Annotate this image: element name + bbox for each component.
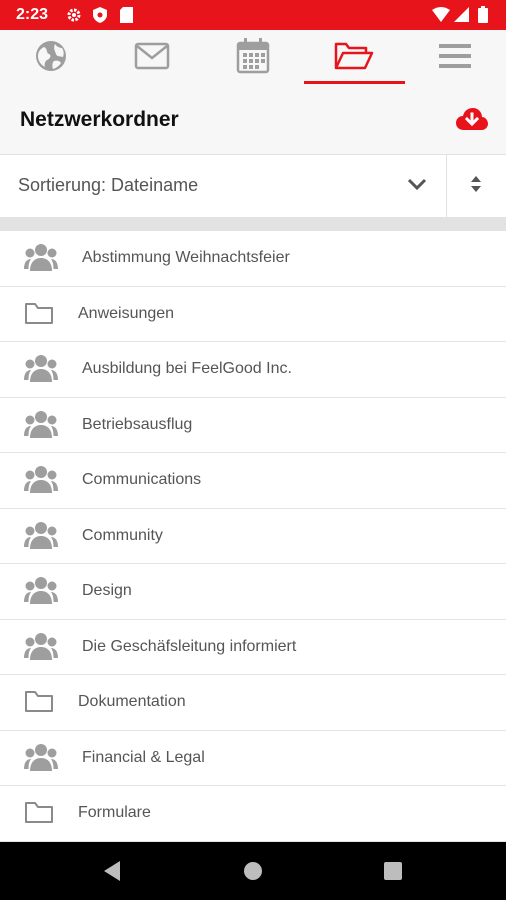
folder-icon [24,689,54,720]
battery-icon [478,6,488,28]
folder-list: Abstimmung Weihnachtsfeier Anweisungen Aus… [0,231,506,842]
calendar-icon [236,37,270,79]
sd-card-icon [120,7,133,28]
tab-folders[interactable] [303,30,404,86]
list-item[interactable]: Financial & Legal [0,731,506,786]
folder-open-icon [334,40,374,77]
group-icon [24,632,58,667]
signal-icon [454,7,469,27]
home-icon[interactable] [243,860,263,887]
list-item-label: Ausbildung bei FeelGood Inc. [82,360,292,377]
group-icon [24,243,58,278]
group-icon [24,465,58,500]
list-item[interactable]: Formulare [0,786,506,842]
list-item[interactable]: Communications [0,453,506,509]
status-time: 2:23 [16,6,49,23]
sort-select[interactable]: Sortierung: Dateiname [18,175,198,196]
list-item-label: Die Geschäfsleitung informiert [82,637,297,655]
list-item[interactable]: Community [0,509,506,564]
sort-direction-icon[interactable] [466,173,486,200]
globe-icon [35,40,67,77]
tab-mail[interactable] [101,30,202,86]
recents-icon[interactable] [383,860,403,887]
list-item[interactable]: Dokumentation [0,675,506,731]
list-item[interactable]: Betriebsausflug [0,398,506,453]
list-item[interactable]: Die Geschäfsleitung informiert [0,620,506,675]
list-item-label: Anweisungen [78,304,175,322]
cloud-download-icon[interactable] [456,106,488,137]
list-item-label: Community [82,526,163,544]
mail-icon [134,42,170,75]
group-icon [24,576,58,611]
list-item-label: Formulare [78,804,151,821]
back-icon[interactable] [102,860,122,887]
group-icon [24,410,58,445]
page-header: Netzwerkordner [0,86,506,155]
status-bar: 2:23 [0,0,506,30]
list-item[interactable]: Design [0,564,506,620]
group-icon [24,354,58,389]
top-tab-bar [0,30,506,86]
wifi-icon [432,7,450,27]
sort-divider [446,155,447,217]
system-nav-bar [0,842,506,900]
tab-globe[interactable] [0,30,101,86]
list-item-label: Financial & Legal [82,748,205,766]
list-item[interactable]: Abstimmung Weihnachtsfeier [0,231,506,287]
list-item-label: Betriebsausflug [82,415,193,433]
list-item-label: Abstimmung Weihnachtsfeier [82,249,290,266]
folder-icon [24,800,54,831]
chevron-down-icon[interactable] [406,173,428,200]
tab-calendar[interactable] [202,30,303,86]
group-icon [24,521,58,556]
active-tab-indicator [304,81,405,84]
list-item-label: Dokumentation [78,693,186,710]
list-item[interactable]: Ausbildung bei FeelGood Inc. [0,342,506,398]
page-title: Netzwerkordner [20,108,179,131]
menu-icon [438,43,471,74]
sort-bar: Sortierung: Dateiname [0,155,506,217]
list-item[interactable]: Anweisungen [0,287,506,342]
shield-icon [93,7,107,28]
list-item-label: Design [82,582,132,599]
settings-icon [66,7,82,28]
section-separator [0,217,506,231]
folder-icon [24,301,54,332]
list-item-label: Communications [82,471,202,488]
group-icon [24,743,58,778]
tab-menu[interactable] [404,30,505,86]
